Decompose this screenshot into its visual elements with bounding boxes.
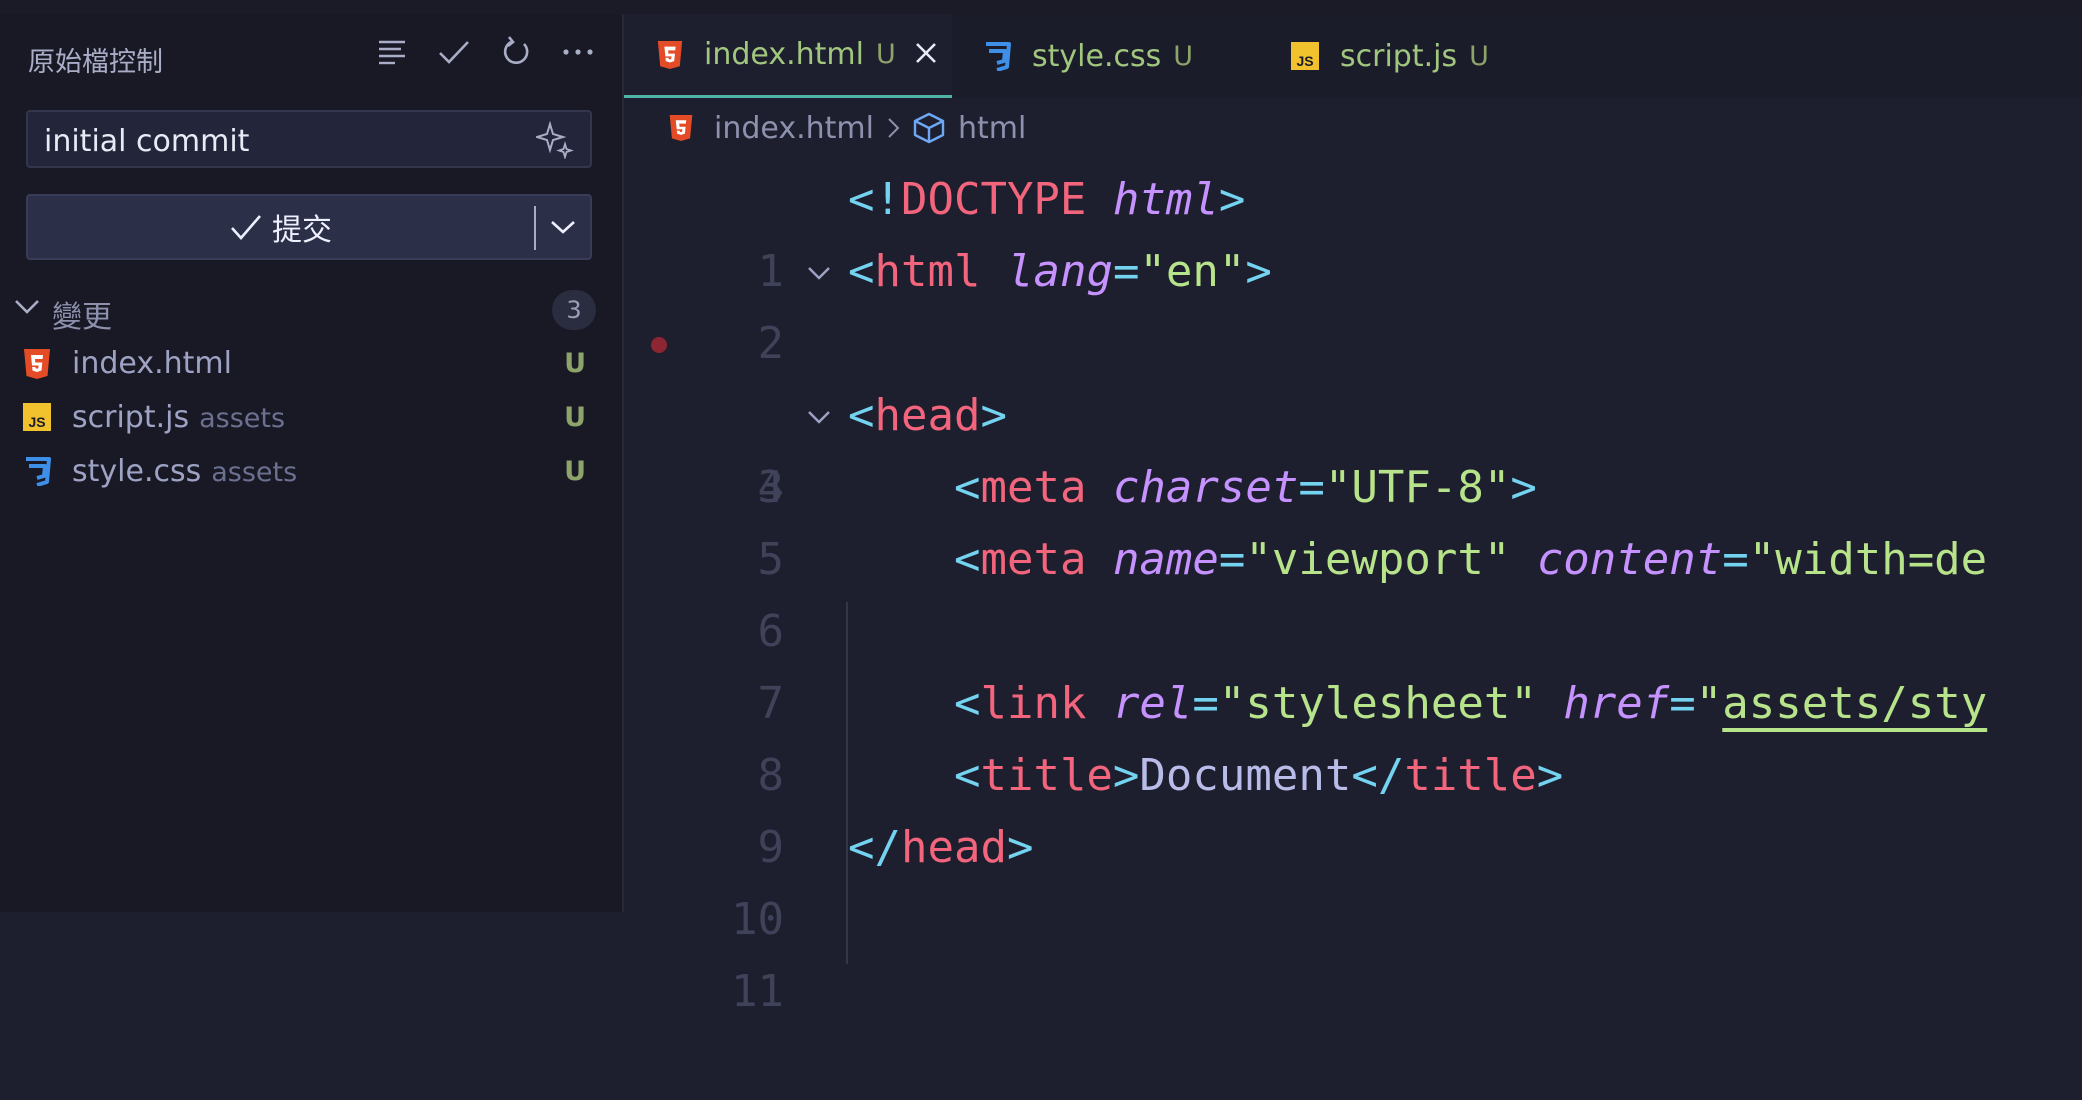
line-content: <title>Document</title> [953, 750, 1564, 801]
code-line[interactable]: 9 <title>Document</title> [624, 740, 2082, 873]
commit-message-input[interactable]: initial commit [26, 110, 592, 168]
window-top-edge [0, 0, 2082, 15]
svg-text:JS: JS [1296, 53, 1313, 69]
js-file-icon: JS [22, 402, 54, 434]
changes-label: 變更 [52, 300, 112, 335]
code-line[interactable]: 3 [624, 308, 2082, 513]
file-directory: assets [211, 457, 298, 488]
untracked-status: U [564, 456, 586, 487]
code-line[interactable]: 11 [624, 884, 2082, 1017]
css3-file-icon [982, 41, 1012, 71]
tab-label: style.css [1032, 38, 1162, 74]
tab-status: U [1469, 40, 1489, 72]
view-as-tree-icon[interactable] [374, 32, 410, 72]
commit-check-icon[interactable] [436, 32, 472, 72]
file-directory: assets [199, 403, 286, 434]
code-line[interactable]: 10 </head> [624, 812, 2082, 945]
html5-file-icon [22, 348, 54, 380]
file-name: script.js assets [72, 400, 286, 435]
svg-text:JS: JS [28, 414, 45, 430]
code-line[interactable]: 7 [624, 596, 2082, 729]
untracked-status: U [564, 402, 586, 433]
commit-button[interactable]: 提交 [26, 194, 592, 260]
html5-file-icon [668, 114, 694, 142]
changed-file-index-html[interactable]: index.html U [22, 340, 594, 386]
chevron-down-icon [551, 221, 575, 234]
sidebar-title: 原始檔控制 [28, 47, 163, 78]
tab-status: U [1173, 40, 1193, 72]
commit-button-main[interactable]: 提交 [28, 196, 534, 258]
breadcrumb-symbol[interactable]: html [958, 111, 1026, 146]
changes-count-badge: 3 [552, 290, 596, 330]
line-number: 11 [731, 966, 784, 1017]
file-name: style.css assets [72, 454, 298, 489]
changed-file-style-css[interactable]: style.css assets U [22, 448, 594, 494]
sidebar-actions [374, 32, 596, 72]
stylesheet-link[interactable]: assets/sty [1722, 678, 1987, 729]
tab-index-html[interactable]: index.html U [624, 14, 952, 98]
chevron-right-icon [886, 117, 900, 139]
html5-file-icon [656, 40, 684, 70]
breakpoint-dot[interactable] [651, 337, 667, 353]
close-icon[interactable] [914, 41, 938, 69]
js-file-icon: JS [1290, 41, 1320, 71]
code-line[interactable]: 1 <!DOCTYPE html> [624, 164, 2082, 297]
tab-label: script.js [1340, 38, 1458, 74]
refresh-icon[interactable] [498, 32, 534, 72]
code-line[interactable]: 8 <link rel="stylesheet" href="assets/st… [624, 668, 2082, 801]
changes-section-header[interactable]: 變更 3 [14, 290, 596, 335]
more-actions-icon[interactable] [560, 32, 596, 72]
code-line[interactable]: 6 <meta name="viewport" content="width=d… [624, 524, 2082, 657]
code-line[interactable]: 4 <head> [624, 380, 2082, 513]
commit-message-value[interactable]: initial commit [44, 124, 249, 159]
line-content: <html lang="en"> [848, 246, 1272, 297]
code-line[interactable]: 2 <html lang="en"> [624, 236, 2082, 369]
changed-file-script-js[interactable]: JS script.js assets U [22, 394, 594, 440]
breadcrumb: index.html html [668, 106, 1026, 150]
generate-message-sparkle-icon[interactable] [533, 120, 574, 163]
chevron-down-icon [14, 296, 40, 320]
tab-style-css[interactable]: style.css U [982, 14, 1193, 98]
tab-status: U [875, 39, 896, 70]
commit-options-dropdown[interactable] [536, 196, 590, 258]
line-content: <!DOCTYPE html> [848, 174, 1246, 225]
commit-button-label: 提交 [272, 213, 332, 248]
file-name: index.html [72, 346, 232, 381]
symbol-element-icon [912, 112, 946, 144]
line-content: <meta charset="UTF-8"> [953, 462, 1537, 513]
css3-file-icon [22, 456, 54, 488]
untracked-status: U [564, 348, 586, 379]
line-content: <meta name="viewport" content="width=de [953, 534, 1988, 585]
commit-check-icon [231, 215, 261, 240]
breadcrumb-file[interactable]: index.html [714, 111, 874, 146]
code-line[interactable]: 5 <meta charset="UTF-8"> [624, 452, 2082, 585]
line-content: </head> [848, 822, 1034, 873]
line-content: <link rel="stylesheet" href="assets/sty [953, 678, 1988, 729]
source-control-sidebar: 原始檔控制 initial commit 提交 變更 3 index.html … [0, 14, 624, 912]
tab-label: index.html [704, 37, 864, 72]
editor-tab-bar: index.html U style.css U JS script.js U [624, 14, 2082, 98]
line-content: <head> [848, 390, 1007, 441]
tab-script-js[interactable]: JS script.js U [1290, 14, 1489, 98]
editor-area: index.html U style.css U JS script.js U … [624, 14, 2082, 1017]
